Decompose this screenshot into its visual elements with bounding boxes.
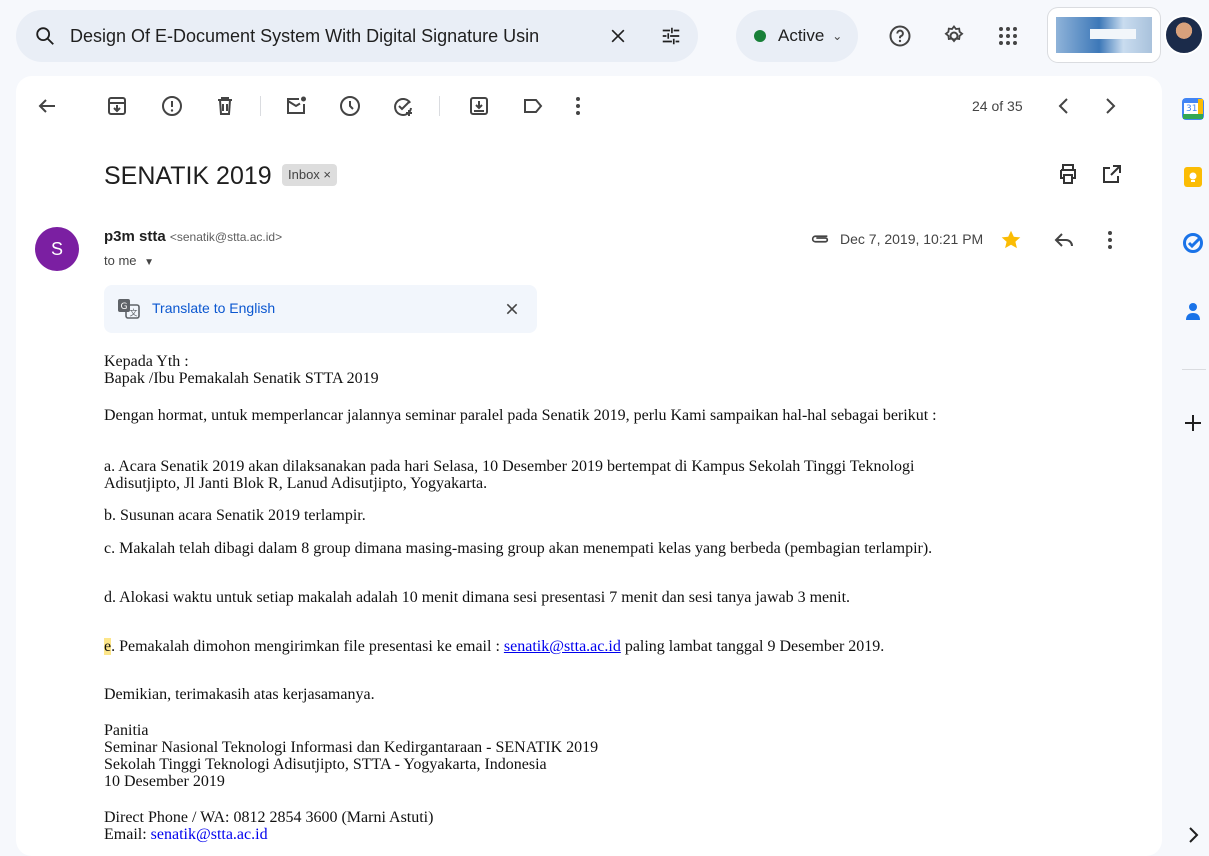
- star-icon[interactable]: [999, 228, 1023, 252]
- recipient-label: to me: [104, 253, 137, 268]
- settings-icon[interactable]: [942, 24, 966, 48]
- search-input[interactable]: Design Of E-Document System With Digital…: [70, 26, 598, 47]
- body-greeting-line: Bapak /Ibu Pemakalah Senatik STTA 2019: [104, 370, 379, 387]
- status-selector[interactable]: Active ⌄: [736, 10, 858, 62]
- body-item-a-cont: Adisutjipto, Jl Janti Blok R, Lanud Adis…: [104, 475, 488, 492]
- body-greeting-line: Kepada Yth :: [104, 353, 189, 370]
- snooze-clock-icon[interactable]: [338, 94, 362, 118]
- top-bar: Design Of E-Document System With Digital…: [0, 0, 1209, 72]
- email-subject: SENATIK 2019: [104, 162, 272, 190]
- inbox-label-chip[interactable]: Inbox ×: [282, 164, 338, 186]
- email-view: 24 of 35 SENATIK 2019 Inbox × S p3m stta…: [16, 76, 1162, 856]
- delete-icon[interactable]: [213, 94, 237, 118]
- search-bar[interactable]: Design Of E-Document System With Digital…: [16, 10, 698, 62]
- signature-line: 10 Desember 2019: [104, 773, 225, 790]
- previous-message-icon[interactable]: [1052, 94, 1076, 118]
- status-dot-icon: [754, 30, 766, 42]
- caret-down-icon[interactable]: ▼: [144, 257, 154, 268]
- translate-link[interactable]: Translate to English: [152, 300, 275, 316]
- translate-banner: G文 Translate to English: [104, 285, 537, 333]
- sender-line: p3m stta <senatik@stta.ac.id>: [104, 228, 282, 245]
- body-closing: Demikian, terimakasih atas kerjasamanya.: [104, 686, 375, 703]
- report-spam-icon[interactable]: [160, 94, 184, 118]
- sender-avatar[interactable]: S: [35, 227, 79, 271]
- svg-text:G: G: [121, 302, 128, 312]
- account-avatar[interactable]: [1164, 15, 1204, 55]
- message-more-icon[interactable]: [1098, 228, 1122, 252]
- close-icon[interactable]: [504, 301, 520, 317]
- search-options-icon[interactable]: [660, 25, 682, 47]
- signature-email-link[interactable]: senatik@stta.ac.id: [151, 826, 268, 843]
- add-icon[interactable]: [1182, 412, 1204, 434]
- next-message-icon[interactable]: [1098, 94, 1122, 118]
- contacts-icon[interactable]: [1182, 300, 1204, 322]
- more-vert-icon[interactable]: [566, 94, 590, 118]
- help-icon[interactable]: [888, 24, 912, 48]
- sender-name[interactable]: p3m stta: [104, 228, 166, 245]
- body-intro: Dengan hormat, untuk memperlancar jalann…: [104, 407, 937, 424]
- add-task-icon[interactable]: [391, 94, 415, 118]
- label-icon[interactable]: [521, 94, 545, 118]
- back-arrow-icon[interactable]: [35, 94, 59, 118]
- signature-email-label: Email:: [104, 826, 151, 843]
- body-item-b: b. Susunan acara Senatik 2019 terlampir.: [104, 507, 366, 524]
- body-item-a: a. Acara Senatik 2019 akan dilaksanakan …: [104, 458, 915, 475]
- body-item-e-text: . Pemakalah dimohon mengirimkan file pre…: [111, 638, 504, 655]
- mark-unread-icon[interactable]: [284, 94, 308, 118]
- signature-email: Email: senatik@stta.ac.id: [104, 826, 268, 843]
- calendar-day: 31: [1186, 104, 1198, 114]
- calendar-icon[interactable]: 31: [1182, 98, 1204, 120]
- apps-grid-icon[interactable]: [996, 24, 1020, 48]
- toolbar-divider: [260, 96, 261, 116]
- clear-search-icon[interactable]: [608, 26, 628, 46]
- print-icon[interactable]: [1056, 162, 1080, 186]
- message-counter: 24 of 35: [972, 98, 1023, 114]
- translate-icon: G文: [118, 299, 140, 319]
- signature-line: Panitia: [104, 722, 149, 739]
- svg-text:文: 文: [130, 308, 138, 318]
- body-item-e: e. Pemakalah dimohon mengirimkan file pr…: [104, 638, 884, 655]
- rail-divider: [1182, 369, 1206, 370]
- archive-icon[interactable]: [105, 94, 129, 118]
- move-to-icon[interactable]: [467, 94, 491, 118]
- email-link[interactable]: senatik@stta.ac.id: [504, 638, 621, 655]
- body-item-d: d. Alokasi waktu untuk setiap makalah ad…: [104, 589, 851, 606]
- body-item-e-text: paling lambat tanggal 9 Desember 2019.: [620, 638, 885, 655]
- sender-email: <senatik@stta.ac.id>: [169, 230, 283, 244]
- attachment-icon: [811, 235, 829, 243]
- expand-panel-icon[interactable]: [1182, 824, 1204, 846]
- signature-phone: Direct Phone / WA: 0812 2854 3600 (Marni…: [104, 809, 434, 826]
- email-date: Dec 7, 2019, 10:21 PM: [840, 231, 984, 247]
- tasks-icon[interactable]: [1182, 232, 1204, 254]
- signature-line: Sekolah Tinggi Teknologi Adisutjipto, ST…: [104, 756, 547, 773]
- recipient-details[interactable]: to me ▼: [104, 253, 154, 268]
- organization-logo[interactable]: [1048, 8, 1160, 62]
- status-label: Active: [778, 26, 825, 45]
- search-icon[interactable]: [34, 25, 56, 47]
- body-item-c: c. Makalah telah dibagi dalam 8 group di…: [104, 540, 933, 557]
- keep-icon[interactable]: [1182, 166, 1204, 188]
- signature-line: Seminar Nasional Teknologi Informasi dan…: [104, 739, 599, 756]
- reply-icon[interactable]: [1052, 228, 1076, 252]
- toolbar-divider: [439, 96, 440, 116]
- chevron-down-icon: ⌄: [832, 29, 843, 43]
- open-new-window-icon[interactable]: [1100, 162, 1124, 186]
